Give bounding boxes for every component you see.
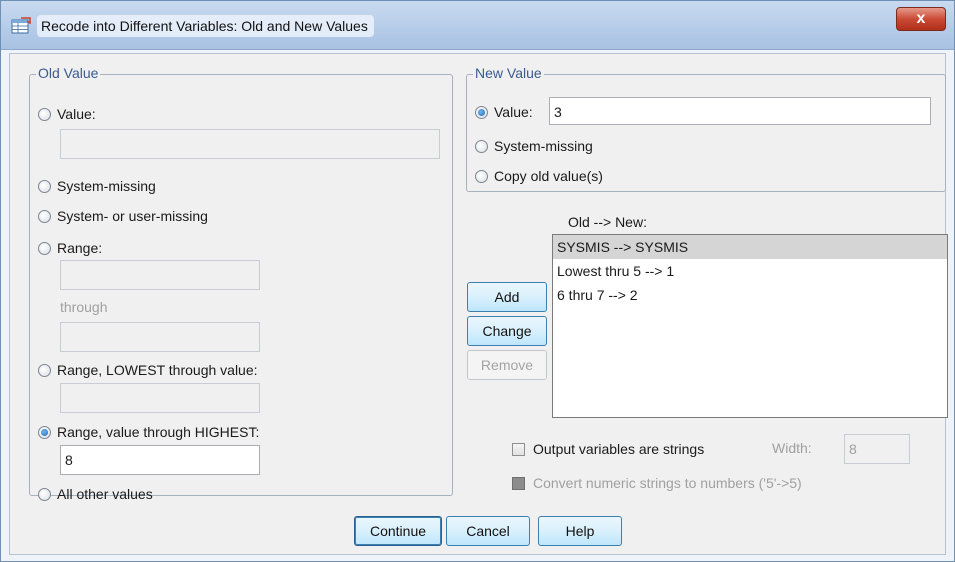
old-range-highest-radio[interactable]: Range, value through HIGHEST: <box>38 421 259 443</box>
old-all-other-label: All other values <box>57 486 153 502</box>
old-range-highest-label: Range, value through HIGHEST: <box>57 424 260 440</box>
close-icon: x <box>916 10 926 27</box>
new-value-radio[interactable]: Value: <box>475 101 533 123</box>
title-bar[interactable]: Recode into Different Variables: Old and… <box>1 1 954 50</box>
mapping-item[interactable]: 6 thru 7 --> 2 <box>553 283 947 307</box>
range-highest-input[interactable]: 8 <box>60 445 260 475</box>
convert-numeric-checkbox-row: Convert numeric strings to numbers ('5'-… <box>512 472 802 494</box>
radio-icon[interactable] <box>38 487 51 501</box>
old-value-label: Value: <box>57 106 96 122</box>
output-strings-label: Output variables are strings <box>533 441 705 457</box>
new-value-legend: New Value <box>473 65 544 81</box>
radio-icon[interactable] <box>38 107 51 121</box>
old-system-user-missing-label: System- or user-missing <box>57 208 208 224</box>
old-range-lowest-label: Range, LOWEST through value: <box>57 362 258 378</box>
mapping-list[interactable]: SYSMIS --> SYSMIS Lowest thru 5 --> 1 6 … <box>552 234 948 418</box>
radio-icon[interactable] <box>475 169 488 183</box>
radio-icon[interactable] <box>475 139 488 153</box>
radio-icon[interactable] <box>38 209 51 223</box>
checkbox-disabled-icon <box>512 476 525 490</box>
range-lowest-input[interactable] <box>60 383 260 413</box>
new-copy-old-radio[interactable]: Copy old value(s) <box>475 165 603 187</box>
mapping-header: Old --> New: <box>568 214 647 230</box>
width-input: 8 <box>844 434 910 464</box>
old-range-lowest-radio[interactable]: Range, LOWEST through value: <box>38 359 258 381</box>
cancel-button[interactable]: Cancel <box>446 516 530 546</box>
checkbox-icon[interactable] <box>512 442 525 456</box>
close-button[interactable]: x <box>896 7 946 31</box>
old-system-user-missing-radio[interactable]: System- or user-missing <box>38 205 208 227</box>
radio-icon[interactable] <box>38 241 51 255</box>
output-strings-checkbox-row[interactable]: Output variables are strings <box>512 438 704 460</box>
old-value-radio[interactable]: Value: <box>38 103 96 125</box>
new-value-label: Value: <box>494 104 533 120</box>
old-system-missing-radio[interactable]: System-missing <box>38 175 156 197</box>
radio-icon[interactable] <box>38 179 51 193</box>
old-range-label: Range: <box>57 240 103 256</box>
window-title: Recode into Different Variables: Old and… <box>37 15 374 37</box>
mapping-item[interactable]: Lowest thru 5 --> 1 <box>553 259 947 283</box>
range-to-input[interactable] <box>60 322 260 352</box>
change-button[interactable]: Change <box>467 316 547 346</box>
radio-icon[interactable] <box>38 363 51 377</box>
radio-selected-icon[interactable] <box>475 105 488 119</box>
old-value-legend: Old Value <box>36 65 101 81</box>
width-label: Width: <box>772 440 812 456</box>
old-all-other-radio[interactable]: All other values <box>38 483 153 505</box>
dialog-body: Old Value Value: System-missing System- … <box>9 53 948 555</box>
new-value-input[interactable]: 3 <box>549 97 931 125</box>
through-label: through <box>60 299 108 315</box>
range-from-input[interactable] <box>60 260 260 290</box>
new-copy-old-label: Copy old value(s) <box>494 168 603 184</box>
old-value-input[interactable] <box>60 129 440 159</box>
dialog-window: Recode into Different Variables: Old and… <box>0 0 955 562</box>
add-button[interactable]: Add <box>467 282 547 312</box>
mapping-item[interactable]: SYSMIS --> SYSMIS <box>553 235 947 259</box>
spss-recode-icon <box>11 17 31 34</box>
new-system-missing-radio[interactable]: System-missing <box>475 135 593 157</box>
old-range-radio[interactable]: Range: <box>38 237 102 259</box>
old-system-missing-label: System-missing <box>57 178 156 194</box>
new-system-missing-label: System-missing <box>494 138 593 154</box>
help-button[interactable]: Help <box>538 516 622 546</box>
remove-button: Remove <box>467 350 547 380</box>
old-value-group: Old Value Value: System-missing System- … <box>29 65 453 502</box>
convert-numeric-label: Convert numeric strings to numbers ('5'-… <box>533 475 802 491</box>
new-value-group: New Value Value: 3 System-missing Copy o… <box>466 65 946 192</box>
continue-button[interactable]: Continue <box>354 516 442 546</box>
radio-selected-icon[interactable] <box>38 425 51 439</box>
